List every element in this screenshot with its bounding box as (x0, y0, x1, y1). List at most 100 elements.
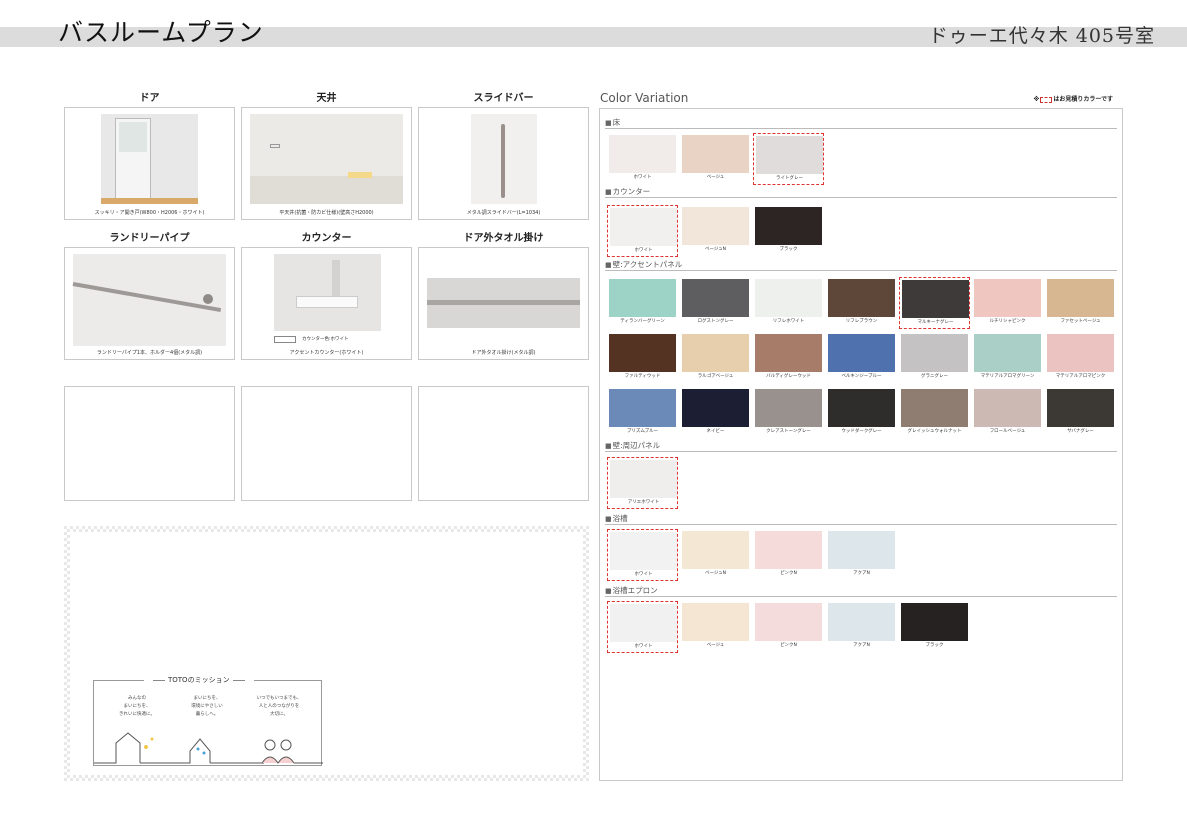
swatch-label: アクアN (853, 643, 870, 648)
spec-heading: カウンター (301, 233, 352, 244)
swatch-label: リフレブラウン (845, 319, 878, 324)
spec-card-counter: カウンター カウンター色:ホワイト アクセントカウンター(ホワイト) (241, 232, 412, 360)
color-swatch[interactable]: ベルキンジーブルー (826, 332, 897, 384)
swatch-label: アクアN (853, 571, 870, 576)
selection-note: ※ はお見積りカラーです (1033, 96, 1113, 103)
swatch-label: ピンクN (780, 643, 797, 648)
spec-caption: ドア外タオル掛け(メタル調) (471, 350, 536, 356)
color-swatch[interactable]: ティランバーグリーン (607, 277, 678, 329)
swatch-color-chip (755, 334, 822, 372)
color-swatch[interactable]: アクアN (826, 601, 897, 653)
spec-caption: 平天井(抗菌・防カビ仕様)(壁高さH2000) (279, 210, 374, 216)
color-swatch[interactable]: マテリアルアロマグリーン (972, 332, 1043, 384)
color-swatch[interactable]: ベージュ (680, 133, 751, 185)
swatch-label: ホワイト (633, 175, 652, 180)
swatch-color-chip (755, 207, 822, 245)
swatch-color-chip (610, 460, 677, 498)
counter-image (274, 254, 381, 331)
swatch-color-chip (901, 389, 968, 427)
spec-heading: 天井 (316, 93, 337, 104)
door-image (101, 114, 198, 204)
mission-column: みんなの まいにちを、 きれいに快適に。 (119, 696, 155, 717)
color-swatch[interactable]: マテリアルアロマピンク (1045, 332, 1116, 384)
color-swatch[interactable]: バルディグレーウッド (753, 332, 824, 384)
color-swatch[interactable]: ホワイト (607, 133, 678, 185)
swatch-color-chip (755, 531, 822, 569)
color-swatch[interactable]: クレアストーングレー (753, 387, 824, 439)
color-swatch[interactable]: ベージュN (680, 529, 751, 581)
swatch-color-chip (828, 334, 895, 372)
spec-heading: スライドバー (473, 93, 534, 104)
color-swatch[interactable]: ファセットベージュ (1045, 277, 1116, 329)
color-swatch[interactable]: ネイビー (680, 387, 751, 439)
swatch-color-chip (828, 603, 895, 641)
swatch-label: ホワイト (634, 644, 653, 649)
swatch-color-chip (1047, 279, 1114, 317)
ceiling-image (250, 114, 403, 204)
swatch-label: ベージュ (706, 643, 725, 648)
color-swatch[interactable]: グレイッシュウォルナット (899, 387, 970, 439)
color-swatch[interactable]: アリエホワイト (607, 457, 678, 509)
color-swatch[interactable]: ブラック (899, 601, 970, 653)
swatch-label: フロールベージュ (989, 429, 1026, 434)
swatch-color-chip (682, 389, 749, 427)
swatch-label: グレイッシュウォルナット (907, 429, 962, 434)
swatch-label: ライトグレー (776, 176, 803, 181)
color-swatch[interactable]: ベージュ (680, 601, 751, 653)
swatch-label: ファルティウッド (624, 374, 661, 379)
color-swatch[interactable]: フロールベージュ (972, 387, 1043, 439)
color-swatch[interactable]: ファルティウッド (607, 332, 678, 384)
swatch-label: バルディグレーウッド (766, 374, 811, 379)
color-swatch[interactable]: リフレホワイト (753, 277, 824, 329)
color-swatch[interactable]: ピンクN (753, 601, 824, 653)
color-swatch[interactable]: プリズムブルー (607, 387, 678, 439)
color-swatch[interactable]: ラルゴアベージュ (680, 332, 751, 384)
color-section-heading: カウンター (605, 187, 1117, 198)
swatch-color-chip (828, 531, 895, 569)
spec-image-box: ランドリーパイプ1本、ホルダー4個(メタル調) (64, 247, 235, 360)
swatch-color-chip (756, 136, 823, 174)
spec-image-box: 平天井(抗菌・防カビ仕様)(壁高さH2000) (241, 107, 412, 220)
spec-heading: ドア (139, 93, 160, 104)
color-swatch[interactable]: マルキーナグレー (899, 277, 970, 329)
swatch-color-chip (610, 532, 677, 570)
color-swatch[interactable]: ピンクN (753, 529, 824, 581)
color-swatch[interactable]: ウッドダークグレー (826, 387, 897, 439)
swatch-label: マテリアルアロマグリーン (980, 374, 1035, 379)
color-swatch[interactable]: リフレブラウン (826, 277, 897, 329)
swatch-color-chip (974, 389, 1041, 427)
swatch-label: ピンクN (780, 571, 797, 576)
color-swatch[interactable]: ホワイト (607, 205, 678, 257)
color-variation-title: Color Variation (600, 91, 689, 105)
color-swatch[interactable]: ブラック (753, 205, 824, 257)
swatch-label: ネイビー (706, 429, 725, 434)
swatch-color-chip (610, 604, 677, 642)
swatch-color-chip (609, 135, 676, 173)
empty-card (418, 386, 589, 501)
spec-image-box: メタル調スライドバー(L=1034) (418, 107, 589, 220)
color-section-heading: 壁:アクセントパネル (605, 260, 1117, 271)
color-swatch[interactable]: ルチリシャピンク (972, 277, 1043, 329)
swatch-label: ファセットベージュ (1060, 319, 1101, 324)
spec-caption: スッキリ・ア開き戸(W800・H2006・ホワイト) (94, 210, 205, 216)
color-swatch[interactable]: ログストングレー (680, 277, 751, 329)
color-swatch[interactable]: ホワイト (607, 529, 678, 581)
swatch-color-chip (610, 208, 677, 246)
spec-card-door: ドア スッキリ・ア開き戸(W800・H2006・ホワイト) (64, 92, 235, 220)
swatch-color-chip (682, 334, 749, 372)
color-swatch[interactable]: アクアN (826, 529, 897, 581)
color-swatch[interactable]: ベージュN (680, 205, 751, 257)
color-swatch[interactable]: サバナグレー (1045, 387, 1116, 439)
swatch-label: リフレホワイト (772, 319, 805, 324)
color-swatch[interactable]: ライトグレー (753, 133, 824, 185)
swatch-label: アリエホワイト (627, 500, 660, 505)
swatch-color-chip (828, 389, 895, 427)
swatch-color-chip (901, 603, 968, 641)
color-swatch[interactable]: グラニグレー (899, 332, 970, 384)
swatch-color-chip (755, 603, 822, 641)
spec-card-towel-bar: ドア外タオル掛け ドア外タオル掛け(メタル調) (418, 232, 589, 360)
spec-card-slidebar: スライドバー メタル調スライドバー(L=1034) (418, 92, 589, 220)
spec-card-ceiling: 天井 平天井(抗菌・防カビ仕様)(壁高さH2000) (241, 92, 412, 220)
color-section-heading: 浴槽 (605, 514, 1117, 525)
color-swatch[interactable]: ホワイト (607, 601, 678, 653)
